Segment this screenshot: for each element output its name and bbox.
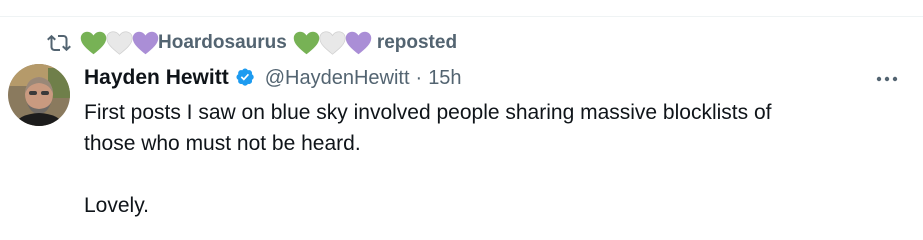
verified-badge-icon[interactable] — [235, 67, 257, 89]
white-heart-icon — [106, 31, 133, 55]
green-heart-icon — [80, 31, 107, 55]
post-header: Hayden Hewitt @HaydenHewitt · 15h — [84, 63, 462, 93]
post-body: First posts I saw on blue sky involved p… — [84, 97, 914, 221]
reposter-name-link[interactable]: Hoardosaurus — [158, 32, 287, 54]
author-handle[interactable]: @HaydenHewitt — [265, 67, 410, 90]
author-avatar[interactable] — [8, 64, 70, 126]
post-timestamp[interactable]: 15h — [428, 67, 461, 90]
more-options-icon[interactable] — [872, 72, 902, 86]
repost-context: Hoardosaurus reposted — [46, 30, 457, 56]
top-divider — [0, 16, 923, 17]
author-name-link[interactable]: Hayden Hewitt — [84, 66, 229, 90]
purple-heart-icon — [132, 31, 159, 55]
post-text-line: Lovely. — [84, 194, 149, 217]
green-heart-icon — [293, 31, 320, 55]
purple-heart-icon — [345, 31, 372, 55]
repost-icon — [46, 30, 72, 56]
reposted-label: reposted — [376, 32, 458, 53]
post-paragraph-break — [84, 159, 914, 190]
separator-dot: · — [415, 66, 423, 89]
post-text-line: those who must not be heard. — [84, 132, 361, 155]
white-heart-icon — [319, 31, 346, 55]
post-text-line: First posts I saw on blue sky involved p… — [84, 101, 772, 124]
